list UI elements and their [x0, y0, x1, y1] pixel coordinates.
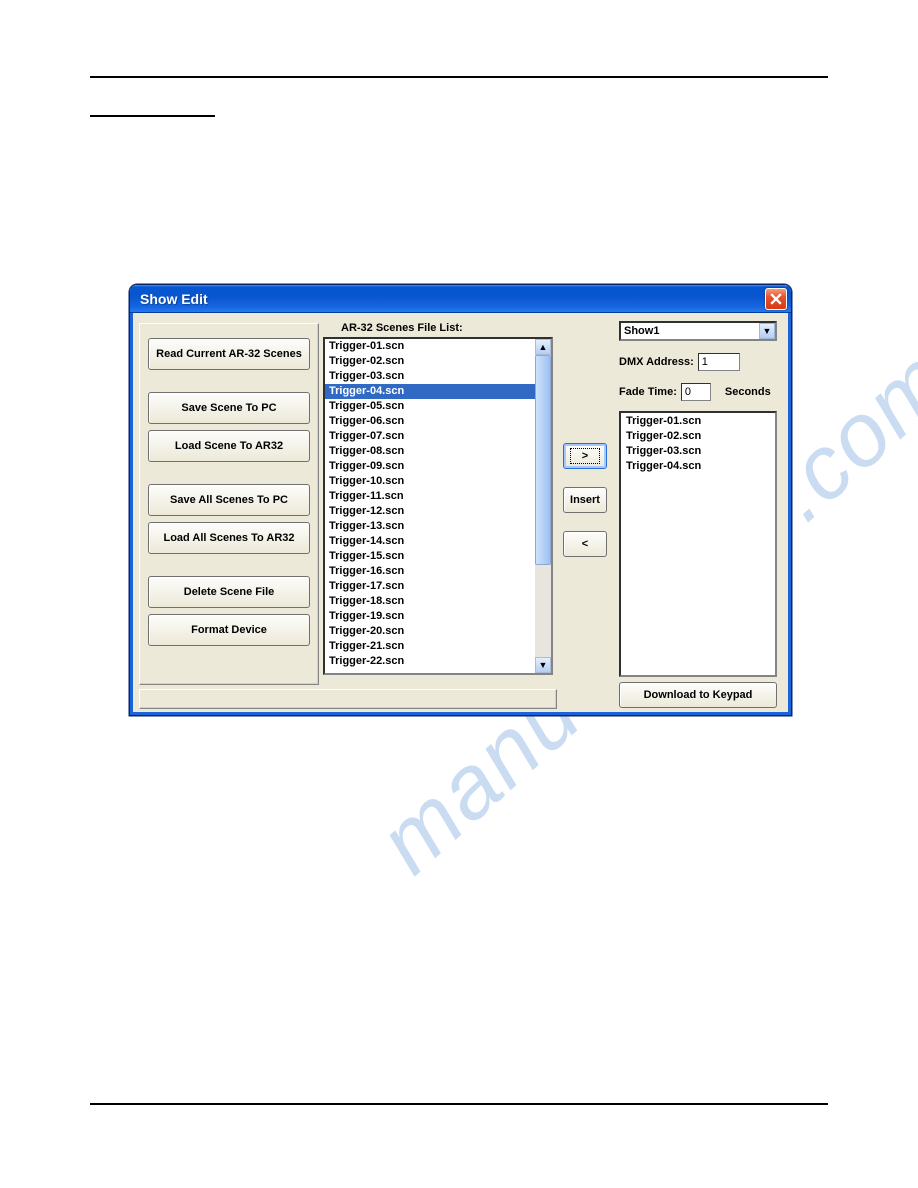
load-all-scenes-button[interactable]: Load All Scenes To AR32: [148, 522, 310, 554]
scroll-up-icon[interactable]: ▲: [535, 339, 551, 355]
list-item[interactable]: Trigger-01.scn: [325, 339, 535, 354]
list-item[interactable]: Trigger-11.scn: [325, 489, 535, 504]
list-item[interactable]: Trigger-02.scn: [325, 354, 535, 369]
list-item[interactable]: Trigger-14.scn: [325, 534, 535, 549]
list-item[interactable]: Trigger-13.scn: [325, 519, 535, 534]
titlebar[interactable]: Show Edit: [130, 285, 791, 313]
load-scene-to-ar32-button[interactable]: Load Scene To AR32: [148, 430, 310, 462]
show-edit-window: Show Edit Read Current AR-32 Scenes Save…: [129, 284, 792, 716]
add-button[interactable]: >: [563, 443, 607, 469]
sub-horizontal-rule: [90, 115, 215, 117]
status-panel: [139, 689, 557, 709]
show-scene-listbox[interactable]: Trigger-01.scnTrigger-02.scnTrigger-03.s…: [619, 411, 777, 677]
list-item[interactable]: Trigger-03.scn: [325, 369, 535, 384]
dmx-address-label: DMX Address:: [619, 356, 694, 368]
list-item[interactable]: Trigger-04.scn: [325, 384, 535, 399]
close-icon[interactable]: [765, 288, 787, 310]
list-item[interactable]: Trigger-10.scn: [325, 474, 535, 489]
format-device-button[interactable]: Format Device: [148, 614, 310, 646]
list-item[interactable]: Trigger-06.scn: [325, 414, 535, 429]
list-item[interactable]: Trigger-12.scn: [325, 504, 535, 519]
list-item[interactable]: Trigger-05.scn: [325, 399, 535, 414]
list-item[interactable]: Trigger-21.scn: [325, 639, 535, 654]
list-item[interactable]: Trigger-18.scn: [325, 594, 535, 609]
scenes-file-list-label: AR-32 Scenes File List:: [341, 322, 463, 334]
list-item[interactable]: Trigger-15.scn: [325, 549, 535, 564]
list-item[interactable]: Trigger-22.scn: [325, 654, 535, 669]
list-item[interactable]: Trigger-20.scn: [325, 624, 535, 639]
show-select-value: Show1: [624, 325, 659, 337]
scenes-file-listbox[interactable]: Trigger-01.scnTrigger-02.scnTrigger-03.s…: [323, 337, 553, 675]
bottom-horizontal-rule: [90, 1103, 828, 1105]
dmx-address-input[interactable]: [698, 353, 740, 371]
window-title: Show Edit: [140, 291, 765, 307]
list-item[interactable]: Trigger-03.scn: [622, 444, 774, 459]
add-button-label: >: [570, 448, 600, 464]
scrollbar-thumb[interactable]: [535, 355, 551, 565]
top-horizontal-rule: [90, 76, 828, 78]
list-item[interactable]: Trigger-04.scn: [622, 459, 774, 474]
chevron-down-icon[interactable]: ▼: [759, 323, 775, 339]
list-item[interactable]: Trigger-16.scn: [325, 564, 535, 579]
list-item[interactable]: Trigger-09.scn: [325, 459, 535, 474]
listbox-scrollbar[interactable]: ▲ ▼: [535, 339, 551, 673]
list-item[interactable]: Trigger-19.scn: [325, 609, 535, 624]
window-body: Read Current AR-32 Scenes Save Scene To …: [130, 313, 791, 715]
scroll-down-icon[interactable]: ▼: [535, 657, 551, 673]
save-all-scenes-button[interactable]: Save All Scenes To PC: [148, 484, 310, 516]
list-item[interactable]: Trigger-01.scn: [622, 414, 774, 429]
list-item[interactable]: Trigger-07.scn: [325, 429, 535, 444]
delete-scene-file-button[interactable]: Delete Scene File: [148, 576, 310, 608]
insert-button[interactable]: Insert: [563, 487, 607, 513]
transfer-buttons: > Insert <: [563, 443, 607, 575]
list-item[interactable]: Trigger-08.scn: [325, 444, 535, 459]
fade-time-input[interactable]: [681, 383, 711, 401]
seconds-label: Seconds: [725, 386, 771, 398]
download-to-keypad-button[interactable]: Download to Keypad: [619, 682, 777, 708]
read-current-scenes-button[interactable]: Read Current AR-32 Scenes: [148, 338, 310, 370]
show-select[interactable]: Show1 ▼: [619, 321, 777, 341]
save-scene-to-pc-button[interactable]: Save Scene To PC: [148, 392, 310, 424]
remove-button[interactable]: <: [563, 531, 607, 557]
right-panel: Show1 ▼ DMX Address: Fade Time: Seconds …: [619, 321, 777, 677]
list-item[interactable]: Trigger-02.scn: [622, 429, 774, 444]
fade-time-label: Fade Time:: [619, 386, 677, 398]
list-item[interactable]: Trigger-17.scn: [325, 579, 535, 594]
left-button-panel: Read Current AR-32 Scenes Save Scene To …: [139, 323, 319, 685]
